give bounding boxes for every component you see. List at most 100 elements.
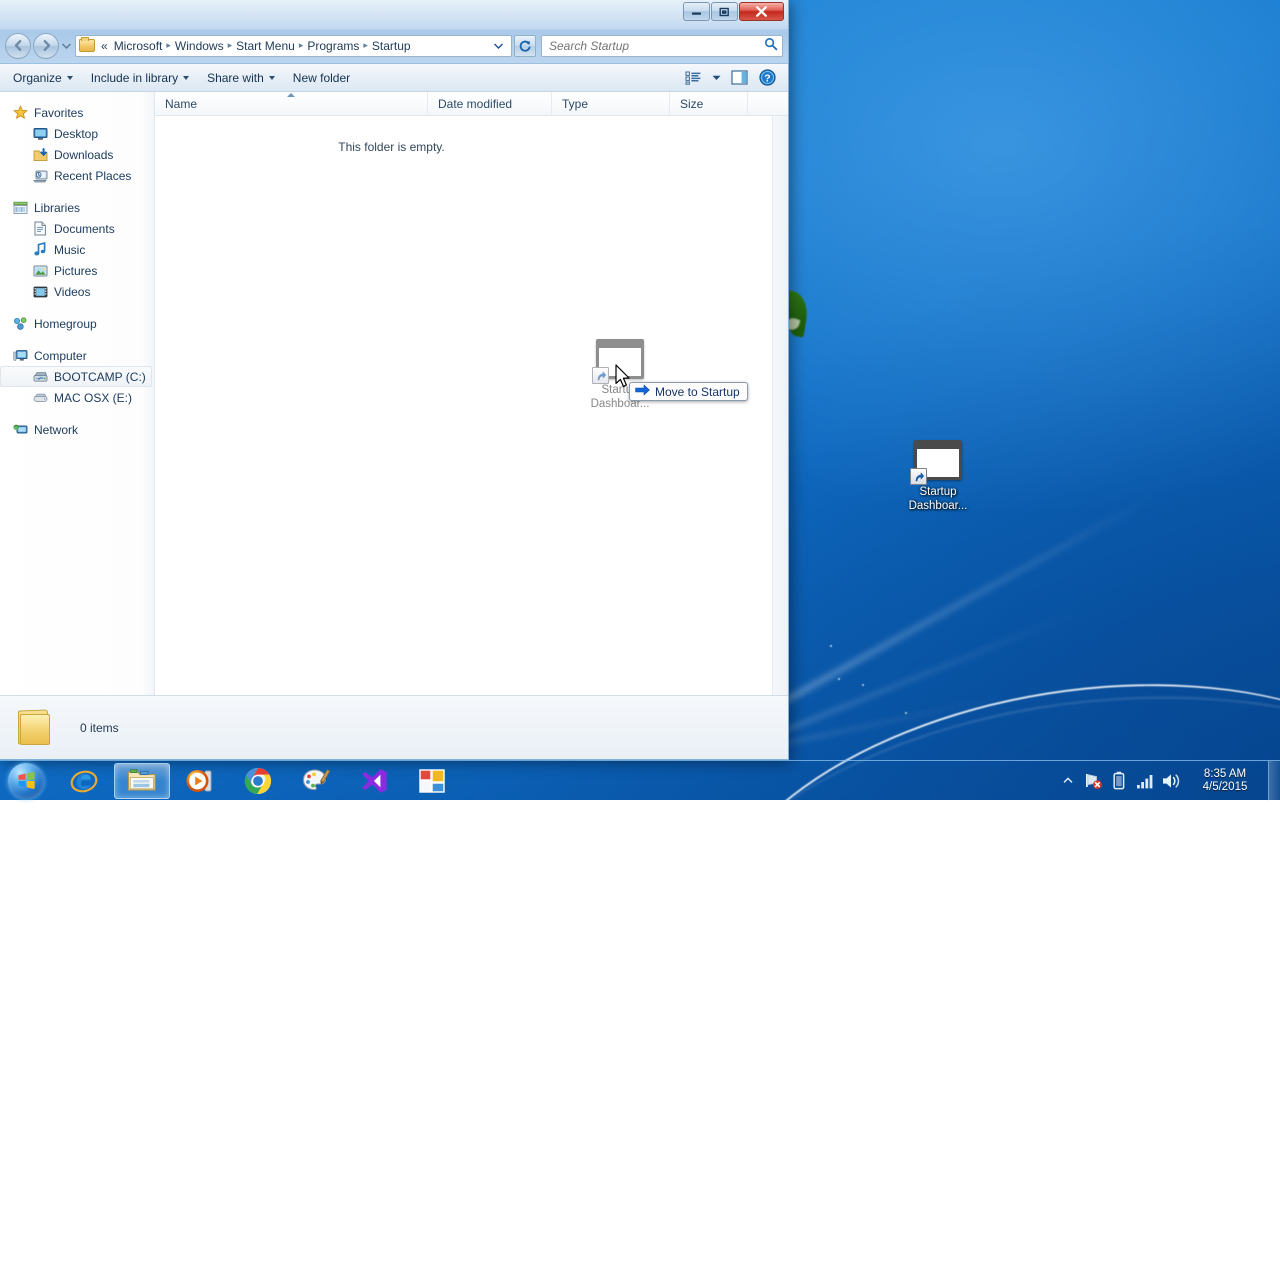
- sidebar-item-pictures[interactable]: Pictures: [0, 260, 154, 281]
- column-header-date-modified[interactable]: Date modified: [428, 92, 552, 115]
- view-chevron-down-icon[interactable]: [708, 67, 724, 89]
- taskbar-button-visual-studio[interactable]: [346, 763, 402, 799]
- window-titlebar[interactable]: « Microsoft ▸ Windows ▸ Start Menu ▸ Pro…: [0, 0, 788, 64]
- windows-logo-icon: [8, 763, 44, 799]
- sidebar-label: Network: [34, 423, 78, 437]
- sidebar-label: Favorites: [34, 106, 83, 120]
- empty-folder-message: This folder is empty.: [155, 116, 788, 695]
- volume-icon[interactable]: [1158, 761, 1184, 801]
- column-header-filler: [748, 92, 788, 115]
- sidebar-item-videos[interactable]: Videos: [0, 281, 154, 302]
- navpane-group-network: Network: [0, 419, 154, 440]
- sidebar-item-network[interactable]: Network: [0, 419, 154, 440]
- history-dropdown-icon[interactable]: [59, 33, 73, 59]
- network-icon: [12, 422, 28, 438]
- sidebar-item-music[interactable]: Music: [0, 239, 154, 260]
- toolbar-organize-button[interactable]: Organize: [4, 67, 82, 89]
- view-list-icon[interactable]: [680, 67, 706, 89]
- taskbar-button-google-chrome[interactable]: [230, 763, 286, 799]
- preview-pane-icon[interactable]: [726, 67, 752, 89]
- taskbar-button-windows-explorer[interactable]: [114, 763, 170, 799]
- vertical-scrollbar[interactable]: [772, 116, 788, 695]
- sidebar-item-libraries[interactable]: Libraries: [0, 197, 154, 218]
- toolbar-include-in-library-button[interactable]: Include in library: [82, 67, 198, 89]
- restore-button[interactable]: [711, 2, 738, 21]
- sidebar-item-bootcamp-c[interactable]: BOOTCAMP (C:): [0, 366, 152, 387]
- drop-action-label: Move to Startup: [655, 385, 740, 399]
- pictures-icon: [32, 263, 48, 279]
- search-input[interactable]: [549, 39, 764, 53]
- address-dropdown-icon[interactable]: [488, 41, 509, 51]
- breadcrumb-overflow[interactable]: «: [98, 37, 111, 55]
- search-icon[interactable]: [764, 37, 778, 54]
- refresh-button[interactable]: [514, 35, 536, 57]
- toolbar-organize-label: Organize: [13, 71, 62, 85]
- sidebar-label: Desktop: [54, 127, 98, 141]
- toolbar-new-folder-button[interactable]: New folder: [284, 67, 359, 89]
- navpane-group-favorites: Favorites Desktop: [0, 102, 154, 186]
- shortcut-window-icon: [914, 440, 962, 480]
- sidebar-label: Homegroup: [34, 317, 97, 331]
- toolbar-new-folder-label: New folder: [293, 71, 350, 85]
- clock-date: 4/5/2015: [1203, 781, 1248, 793]
- sidebar-item-computer[interactable]: Computer: [0, 345, 154, 366]
- wallpaper-light-ray: [779, 607, 1087, 735]
- sidebar-item-desktop[interactable]: Desktop: [0, 123, 154, 144]
- breadcrumb-item-windows[interactable]: Windows: [172, 37, 227, 55]
- column-header-name[interactable]: Name: [155, 92, 428, 115]
- column-header-size[interactable]: Size: [670, 92, 748, 115]
- empty-folder-text: This folder is empty.: [338, 140, 444, 695]
- wallpaper-light-ray: [778, 492, 1157, 707]
- sidebar-label: Downloads: [54, 148, 113, 162]
- sidebar-label: Computer: [34, 349, 87, 363]
- search-box[interactable]: [541, 35, 783, 57]
- back-button[interactable]: [5, 33, 31, 59]
- sidebar-label: Libraries: [34, 201, 80, 215]
- sidebar-item-documents[interactable]: Documents: [0, 218, 154, 239]
- show-hidden-icons-button[interactable]: [1056, 777, 1080, 784]
- chevron-down-icon: [269, 76, 275, 80]
- breadcrumb-item-startup[interactable]: Startup: [369, 37, 414, 55]
- minimize-button[interactable]: [683, 2, 710, 21]
- breadcrumb-item-programs[interactable]: Programs: [304, 37, 362, 55]
- address-folder-icon: [79, 39, 95, 52]
- sidebar-item-recent-places[interactable]: Recent Places: [0, 165, 154, 186]
- wallpaper-light-ray: [782, 692, 1018, 746]
- windows-explorer-window[interactable]: « Microsoft ▸ Windows ▸ Start Menu ▸ Pro…: [0, 0, 789, 760]
- music-icon: [32, 242, 48, 258]
- taskbar-button-windows-media-player[interactable]: [172, 763, 228, 799]
- signal-icon[interactable]: [1132, 761, 1158, 801]
- network-disconnected-icon[interactable]: [1080, 761, 1106, 801]
- taskbar-clock[interactable]: 8:35 AM 4/5/2015: [1184, 761, 1266, 801]
- desktop-icon-startup-dashboard[interactable]: Startup Dashboar...: [892, 440, 984, 513]
- homegroup-icon: [12, 316, 28, 332]
- taskbar-buttons: [56, 763, 460, 799]
- sidebar-item-favorites[interactable]: Favorites: [0, 102, 154, 123]
- wallpaper-sparkle: [862, 684, 864, 686]
- start-button[interactable]: [2, 762, 50, 800]
- column-header-row: Name Date modified Type Size: [155, 92, 788, 116]
- sidebar-item-mac-osx-e[interactable]: MAC OSX (E:): [0, 387, 154, 408]
- chevron-down-icon: [183, 76, 189, 80]
- address-bar[interactable]: « Microsoft ▸ Windows ▸ Start Menu ▸ Pro…: [75, 35, 512, 57]
- battery-icon[interactable]: [1106, 761, 1132, 801]
- help-icon[interactable]: ?: [754, 67, 780, 89]
- breadcrumb-item-start-menu[interactable]: Start Menu: [233, 37, 298, 55]
- windows-media-player-icon: [185, 767, 215, 795]
- column-header-type[interactable]: Type: [552, 92, 670, 115]
- show-desktop-button[interactable]: [1268, 761, 1280, 801]
- breadcrumb-item-microsoft[interactable]: Microsoft: [111, 37, 166, 55]
- toolbar-share-with-button[interactable]: Share with: [198, 67, 284, 89]
- navigation-pane[interactable]: Favorites Desktop: [0, 92, 155, 695]
- internet-explorer-icon: [69, 766, 99, 796]
- chevron-down-icon: [67, 76, 73, 80]
- sidebar-item-downloads[interactable]: Downloads: [0, 144, 154, 165]
- wallpaper-sparkle: [905, 712, 907, 714]
- taskbar-button-internet-explorer[interactable]: [56, 763, 112, 799]
- forward-button[interactable]: [33, 33, 59, 59]
- taskbar-button-app-tiles[interactable]: [404, 763, 460, 799]
- taskbar-button-paint[interactable]: [288, 763, 344, 799]
- close-button[interactable]: [739, 2, 784, 21]
- toolbar-share-with-label: Share with: [207, 71, 264, 85]
- sidebar-item-homegroup[interactable]: Homegroup: [0, 313, 154, 334]
